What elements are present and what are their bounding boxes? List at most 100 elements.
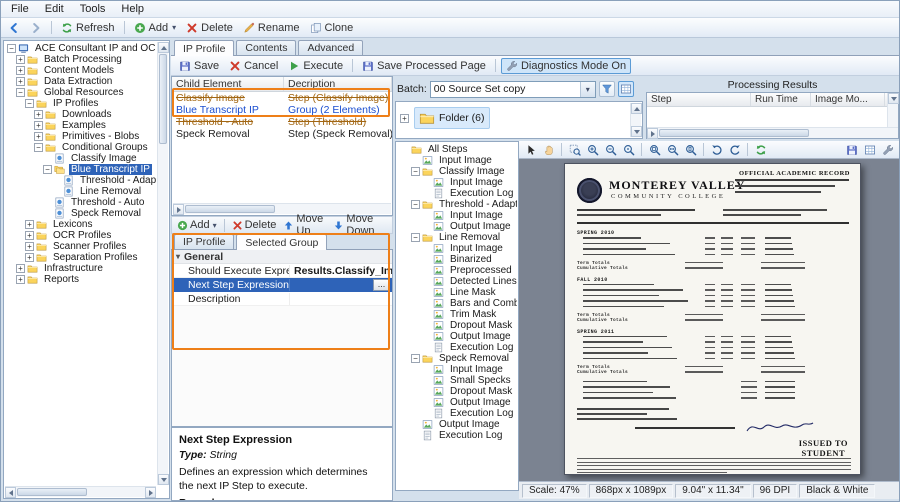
collapse-icon[interactable]: − [411, 233, 420, 242]
refresh-button[interactable]: Refresh [57, 21, 119, 35]
tree-item-small-specks[interactable]: Small Specks [398, 375, 517, 386]
property-row-description[interactable]: Description [172, 292, 392, 306]
expand-icon[interactable]: + [34, 132, 43, 141]
execute-button[interactable]: Execute [284, 59, 347, 73]
expand-icon[interactable]: + [34, 110, 43, 119]
refresh-button[interactable] [752, 142, 769, 157]
grid-button[interactable] [861, 142, 878, 157]
left-tree-vertical-scrollbar[interactable] [157, 42, 168, 485]
batch-folder-item[interactable]: + Folder (6) [396, 102, 642, 134]
tools-button[interactable] [879, 142, 896, 157]
tree-item-primitives-blobs[interactable]: +Primitives - Blobs [5, 131, 156, 142]
save-button[interactable]: Save [175, 59, 223, 73]
tree-item-blue-transcript-ip[interactable]: −Blue Transcript IP [5, 164, 156, 175]
menu-help[interactable]: Help [113, 2, 152, 16]
tree-item-line-removal[interactable]: −Line Removal [398, 232, 517, 243]
tab-advanced[interactable]: Advanced [298, 40, 363, 55]
tree-item-output-image[interactable]: Output Image [398, 221, 517, 232]
scroll-right-button[interactable] [145, 487, 156, 498]
scroll-up-button[interactable] [631, 103, 642, 114]
tree-item-output-image[interactable]: Output Image [398, 419, 517, 430]
tree-item-input-image[interactable]: Input Image [398, 364, 517, 375]
tree-item-execution-log[interactable]: Execution Log [398, 342, 517, 353]
tree-item-speck-removal[interactable]: Speck Removal [5, 208, 156, 219]
tree-item-reports[interactable]: +Reports [5, 274, 156, 285]
nav-forward-button[interactable] [26, 21, 46, 35]
tree-item-speck-removal[interactable]: −Speck Removal [398, 353, 517, 364]
collapse-icon[interactable]: − [411, 200, 420, 209]
tree-item-ace-consultant-ip-and-ocr[interactable]: −ACE Consultant IP and OCR [5, 43, 156, 54]
child-row-speck-removal[interactable]: Speck RemovalStep (Speck Removal) [172, 128, 392, 140]
rotate-left-button[interactable] [708, 142, 725, 157]
dropdown-arrow-icon[interactable]: ▾ [213, 221, 217, 230]
tree-item-input-image[interactable]: Input Image [398, 177, 517, 188]
tab-contents[interactable]: Contents [236, 40, 296, 55]
collapse-icon[interactable]: − [411, 167, 420, 176]
tree-item-bars-and-combs[interactable]: Bars and Combs [398, 298, 517, 309]
left-tree-horizontal-scrollbar[interactable] [5, 486, 156, 497]
zoom-fit-button[interactable] [646, 142, 663, 157]
clone-button[interactable]: Clone [306, 21, 358, 35]
scrollbar-thumb[interactable] [159, 54, 167, 144]
tree-item-trim-mask[interactable]: Trim Mask [398, 309, 517, 320]
expand-icon[interactable]: + [16, 66, 25, 75]
tree-item-conditional-groups[interactable]: −Conditional Groups [5, 142, 156, 153]
tree-item-data-extraction[interactable]: +Data Extraction [5, 76, 156, 87]
tree-item-infrastructure[interactable]: +Infrastructure [5, 263, 156, 274]
save-processed-page-button[interactable]: Save Processed Page [358, 59, 490, 73]
results-column-step[interactable]: Step [647, 93, 751, 106]
dropdown-arrow-icon[interactable]: ▾ [172, 23, 176, 32]
zoom-page-button[interactable] [682, 142, 699, 157]
scroll-down-button[interactable] [158, 474, 169, 485]
collapse-icon[interactable]: − [25, 99, 34, 108]
scroll-up-button[interactable] [158, 42, 169, 53]
tree-item-classify-image[interactable]: Classify Image [5, 153, 156, 164]
tree-item-output-image[interactable]: Output Image [398, 331, 517, 342]
tree-item-dropout-mask[interactable]: Dropout Mask [398, 386, 517, 397]
add-child-button[interactable]: Add▾ [174, 219, 220, 231]
batch-filter-button[interactable] [599, 81, 615, 97]
tree-item-execution-log[interactable]: Execution Log [398, 430, 517, 441]
collapse-icon[interactable]: − [34, 143, 43, 152]
scroll-down-button[interactable] [888, 93, 899, 104]
tree-item-detected-lines[interactable]: Detected Lines [398, 276, 517, 287]
tree-item-dropout-mask[interactable]: Dropout Mask [398, 320, 517, 331]
add-button[interactable]: Add▾ [130, 21, 181, 35]
tab-selected-group[interactable]: Selected Group [236, 234, 327, 250]
pointer-button[interactable] [522, 142, 539, 157]
results-column-image-mo[interactable]: Image Mo... [811, 93, 885, 106]
tree-item-line-mask[interactable]: Line Mask [398, 287, 517, 298]
property-row-next-step-expression[interactable]: Next Step Expression... [172, 278, 392, 292]
expand-icon[interactable]: + [16, 275, 25, 284]
batch-select[interactable]: 00 Source Set copy ▾ [430, 81, 596, 98]
tree-item-ocr-profiles[interactable]: +OCR Profiles [5, 230, 156, 241]
menu-file[interactable]: File [3, 2, 37, 16]
expand-icon[interactable]: + [16, 55, 25, 64]
tree-item-input-image[interactable]: Input Image [398, 243, 517, 254]
expand-icon[interactable]: + [16, 77, 25, 86]
hand-button[interactable] [540, 142, 557, 157]
zoom-out-button[interactable] [602, 142, 619, 157]
tree-item-content-models[interactable]: +Content Models [5, 65, 156, 76]
tree-item-threshold-auto[interactable]: Threshold - Auto [5, 197, 156, 208]
cancel-button[interactable]: Cancel [225, 59, 282, 73]
zoom-in-button[interactable] [584, 142, 601, 157]
tree-item-scanner-profiles[interactable]: +Scanner Profiles [5, 241, 156, 252]
results-vertical-scrollbar[interactable] [887, 93, 898, 127]
column-header-child-element[interactable]: Child Element [172, 77, 284, 91]
folder-vertical-scrollbar[interactable] [630, 103, 641, 137]
tree-item-ip-profiles[interactable]: −IP Profiles [5, 98, 156, 109]
save-button[interactable] [843, 142, 860, 157]
expand-icon[interactable]: + [25, 242, 34, 251]
delete-button[interactable]: Delete [182, 21, 237, 35]
nav-back-button[interactable] [4, 21, 24, 35]
dropdown-arrow-icon[interactable]: ▾ [580, 82, 595, 97]
expand-icon[interactable]: + [25, 253, 34, 262]
scroll-down-button[interactable] [631, 126, 642, 137]
scrollbar-thumb[interactable] [17, 488, 87, 496]
menu-edit[interactable]: Edit [37, 2, 72, 16]
expand-icon[interactable]: + [34, 121, 43, 130]
tree-item-execution-log[interactable]: Execution Log [398, 408, 517, 419]
rotate-right-button[interactable] [726, 142, 743, 157]
tree-item-all-steps[interactable]: All Steps [398, 144, 517, 155]
